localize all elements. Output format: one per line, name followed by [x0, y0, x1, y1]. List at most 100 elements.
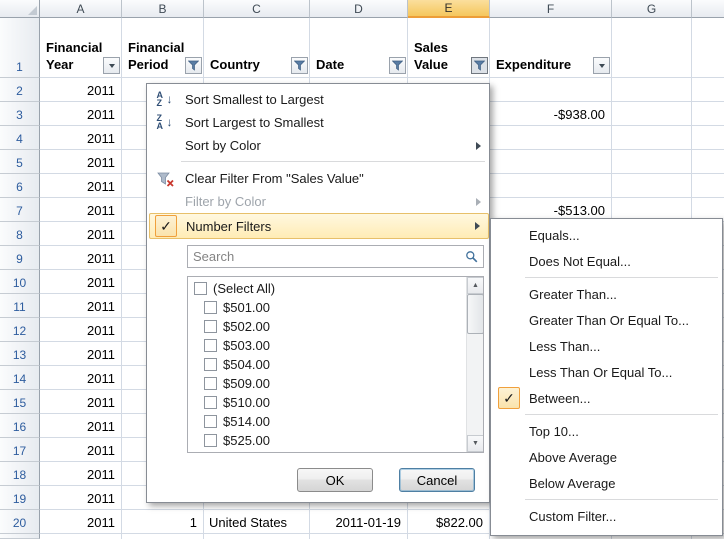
row-header-11[interactable]: 11: [0, 294, 40, 318]
checkbox-icon[interactable]: [194, 282, 207, 295]
row-header-2[interactable]: 2: [0, 78, 40, 102]
cell-a9[interactable]: 2011: [40, 246, 122, 270]
cell-c1-country[interactable]: Country: [204, 18, 310, 78]
list-item-value[interactable]: $509.00: [188, 374, 466, 393]
ok-button[interactable]: OK: [297, 468, 373, 492]
checkbox-icon[interactable]: [204, 358, 217, 371]
submenu-item-greater-than[interactable]: Greater Than...: [493, 281, 722, 307]
row-header-7[interactable]: 7: [0, 198, 40, 222]
column-header-partial[interactable]: [692, 0, 724, 18]
list-item-value[interactable]: $503.00: [188, 336, 466, 355]
row-header-14[interactable]: 14: [0, 366, 40, 390]
row-header-6[interactable]: 6: [0, 174, 40, 198]
list-item-value[interactable]: $502.00: [188, 317, 466, 336]
checkbox-icon[interactable]: [204, 320, 217, 333]
cell-a1-financial-year[interactable]: Financial Year: [40, 18, 122, 78]
row-header-13[interactable]: 13: [0, 342, 40, 366]
column-header-f[interactable]: F: [490, 0, 612, 18]
cell-a18[interactable]: 2011: [40, 462, 122, 486]
checkbox-icon[interactable]: [204, 434, 217, 447]
checkbox-icon[interactable]: [204, 377, 217, 390]
cell-a11[interactable]: 2011: [40, 294, 122, 318]
submenu-item-custom-filter[interactable]: Custom Filter...: [493, 503, 722, 529]
search-input[interactable]: [188, 249, 461, 264]
cell-a2[interactable]: 2011: [40, 78, 122, 102]
list-item-value[interactable]: $501.00: [188, 298, 466, 317]
cell-a10[interactable]: 2011: [40, 270, 122, 294]
search-icon[interactable]: [461, 250, 483, 264]
submenu-item-between[interactable]: ✓Between...: [493, 385, 722, 411]
submenu-item-less-than-or-equal[interactable]: Less Than Or Equal To...: [493, 359, 722, 385]
submenu-item-does-not-equal[interactable]: Does Not Equal...: [493, 248, 722, 274]
list-item-value[interactable]: $510.00: [188, 393, 466, 412]
row-header-9[interactable]: 9: [0, 246, 40, 270]
cell-a3[interactable]: 2011: [40, 102, 122, 126]
column-header-a[interactable]: A: [40, 0, 122, 18]
list-scrollbar[interactable]: ▲ ▼: [466, 277, 483, 452]
filter-button-expenditure[interactable]: [593, 57, 610, 74]
filter-button-country[interactable]: [291, 57, 308, 74]
cell-d1-date[interactable]: Date: [310, 18, 408, 78]
menu-item-sort-by-color[interactable]: Sort by Color: [149, 134, 489, 157]
column-header-d[interactable]: D: [310, 0, 408, 18]
cell-a19[interactable]: 2011: [40, 486, 122, 510]
menu-item-number-filters[interactable]: ✓ Number Filters: [149, 213, 489, 239]
cell-e20[interactable]: $822.00: [408, 510, 490, 534]
cell-b20[interactable]: 1: [122, 510, 204, 534]
filter-button-year[interactable]: [103, 57, 120, 74]
row-header-19[interactable]: 19: [0, 486, 40, 510]
row-header-10[interactable]: 10: [0, 270, 40, 294]
cell-a8[interactable]: 2011: [40, 222, 122, 246]
list-item-value[interactable]: $525.00: [188, 431, 466, 450]
filter-button-date[interactable]: [389, 57, 406, 74]
row-header-18[interactable]: 18: [0, 462, 40, 486]
cell-a14[interactable]: 2011: [40, 366, 122, 390]
row-header-5[interactable]: 5: [0, 150, 40, 174]
row-header-1[interactable]: 1: [0, 18, 40, 78]
row-header-15[interactable]: 15: [0, 390, 40, 414]
filter-button-period[interactable]: [185, 57, 202, 74]
row-header-16[interactable]: 16: [0, 414, 40, 438]
cell-a6[interactable]: 2011: [40, 174, 122, 198]
row-header-20[interactable]: 20: [0, 510, 40, 534]
row-header-17[interactable]: 17: [0, 438, 40, 462]
list-item-value[interactable]: $504.00: [188, 355, 466, 374]
filter-button-sales-value[interactable]: [471, 57, 488, 74]
checkbox-icon[interactable]: [204, 339, 217, 352]
menu-item-sort-largest-to-smallest[interactable]: ZA↓ Sort Largest to Smallest: [149, 111, 489, 134]
row-header-partial[interactable]: [0, 534, 40, 539]
submenu-item-greater-than-or-equal[interactable]: Greater Than Or Equal To...: [493, 307, 722, 333]
cell-b1-financial-period[interactable]: Financial Period: [122, 18, 204, 78]
row-header-4[interactable]: 4: [0, 126, 40, 150]
scroll-up-button[interactable]: ▲: [467, 277, 484, 294]
row-header-8[interactable]: 8: [0, 222, 40, 246]
menu-item-filter-by-color[interactable]: Filter by Color: [149, 190, 489, 213]
scroll-down-button[interactable]: ▼: [467, 435, 484, 452]
list-item-value[interactable]: $514.00: [188, 412, 466, 431]
cell-e1-sales-value[interactable]: Sales Value: [408, 18, 490, 78]
submenu-item-top-10[interactable]: Top 10...: [493, 418, 722, 444]
cell-a16[interactable]: 2011: [40, 414, 122, 438]
checkbox-icon[interactable]: [204, 415, 217, 428]
submenu-item-equals[interactable]: Equals...: [493, 222, 722, 248]
list-item-select-all[interactable]: (Select All): [188, 279, 466, 298]
checkbox-icon[interactable]: [204, 396, 217, 409]
scroll-thumb[interactable]: [467, 294, 484, 334]
row-header-3[interactable]: 3: [0, 102, 40, 126]
cell-a20[interactable]: 2011: [40, 510, 122, 534]
cell-a4[interactable]: 2011: [40, 126, 122, 150]
cell-a15[interactable]: 2011: [40, 390, 122, 414]
column-header-e-selected[interactable]: E: [408, 0, 490, 18]
checkbox-icon[interactable]: [204, 301, 217, 314]
cell-a5[interactable]: 2011: [40, 150, 122, 174]
submenu-item-less-than[interactable]: Less Than...: [493, 333, 722, 359]
submenu-item-below-average[interactable]: Below Average: [493, 470, 722, 496]
cell-a13[interactable]: 2011: [40, 342, 122, 366]
cell-f1-expenditure[interactable]: Expenditure: [490, 18, 612, 78]
cell-a17[interactable]: 2011: [40, 438, 122, 462]
menu-item-clear-filter[interactable]: Clear Filter From "Sales Value": [149, 167, 489, 190]
select-all-corner[interactable]: [0, 0, 40, 18]
cell-a7[interactable]: 2011: [40, 198, 122, 222]
cancel-button[interactable]: Cancel: [399, 468, 475, 492]
menu-item-sort-smallest-to-largest[interactable]: AZ↓ Sort Smallest to Largest: [149, 88, 489, 111]
